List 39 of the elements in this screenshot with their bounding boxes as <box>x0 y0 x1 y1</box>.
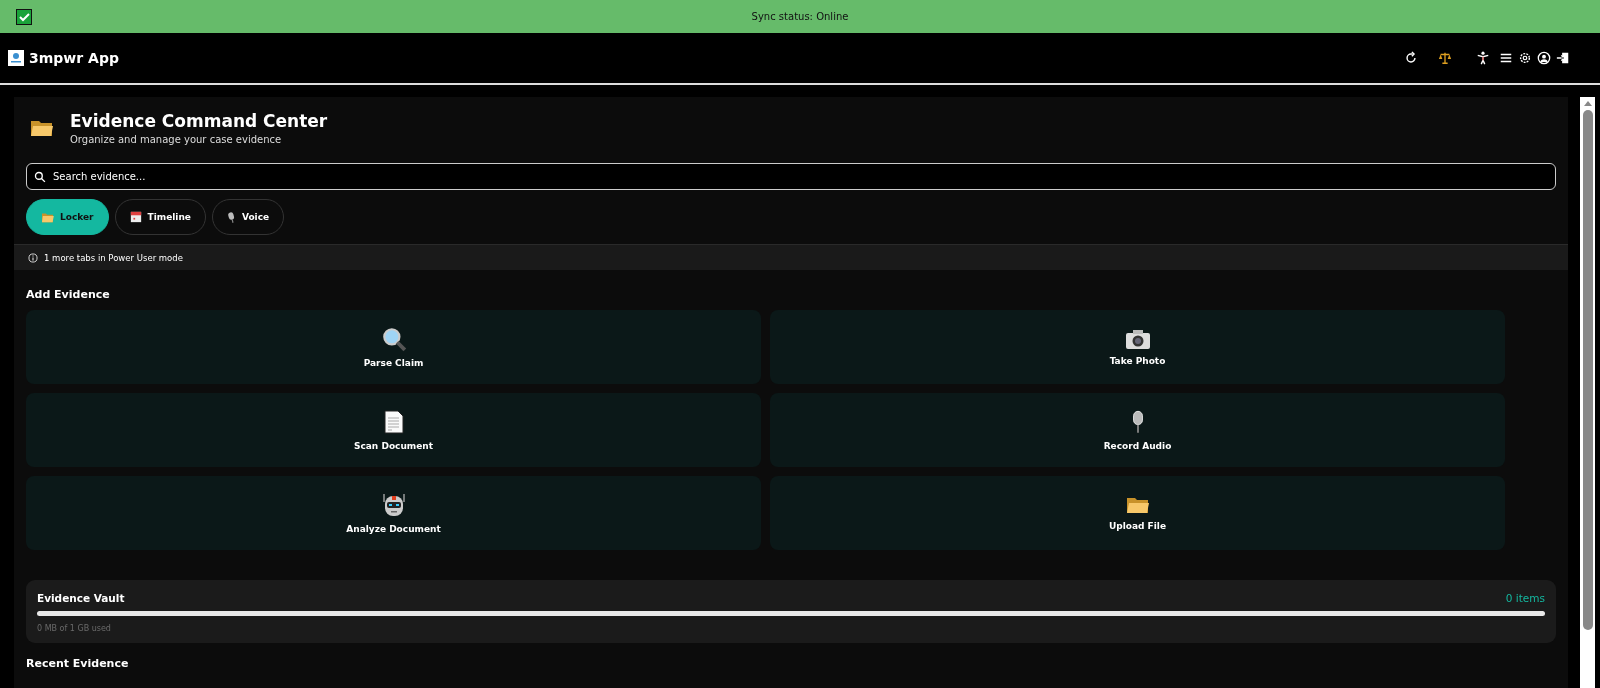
item-count: 0 items <box>1505 592 1545 604</box>
sync-status-text: Sync status: Online <box>751 11 849 22</box>
action-card[interactable]: Scan Document <box>26 393 761 467</box>
notice-text: 1 more tabs in Power User mode <box>44 252 183 263</box>
storage-usage: 0 MB of 1 GB used <box>37 624 112 633</box>
page-title: Evidence Command Center <box>70 111 328 131</box>
user-icon[interactable] <box>1537 51 1551 65</box>
settings-icon[interactable] <box>1518 51 1532 65</box>
microphone-icon <box>226 210 236 224</box>
logo-icon <box>8 50 24 66</box>
robot-icon <box>380 492 407 518</box>
menu-icon[interactable] <box>1499 51 1513 65</box>
section-title: Recent Evidence <box>26 657 130 670</box>
folder-icon <box>30 118 54 138</box>
calendar-icon <box>129 211 142 223</box>
magnifier-icon <box>380 326 407 352</box>
tab[interactable]: Timeline <box>114 199 206 235</box>
action-card[interactable]: Upload File <box>770 476 1505 550</box>
action-card[interactable]: Take Photo <box>770 310 1505 384</box>
accessibility-icon[interactable] <box>1476 50 1490 66</box>
document-icon <box>383 409 404 435</box>
folder-icon <box>1125 495 1150 515</box>
tab[interactable]: Locker <box>26 199 109 235</box>
tab[interactable]: Voice <box>211 199 285 235</box>
page-subtitle: Organize and manage your case evidence <box>70 134 283 145</box>
search-field[interactable]: Search evidence... <box>26 163 1556 190</box>
camera-icon <box>1124 328 1151 350</box>
vault-title: Evidence Vault <box>37 592 125 604</box>
action-card[interactable]: Analyze Document <box>26 476 761 550</box>
scrollbar[interactable] <box>1580 97 1595 688</box>
folder-icon <box>41 211 54 223</box>
info-icon <box>28 252 38 263</box>
scales-icon[interactable] <box>1437 51 1453 65</box>
logout-icon[interactable] <box>1556 51 1570 65</box>
action-card[interactable]: Record Audio <box>770 393 1505 467</box>
refresh-icon[interactable] <box>1404 51 1418 65</box>
action-card[interactable]: Parse Claim <box>26 310 761 384</box>
app-title: 3mpwr App <box>29 50 119 66</box>
section-title: Add Evidence <box>26 288 111 301</box>
